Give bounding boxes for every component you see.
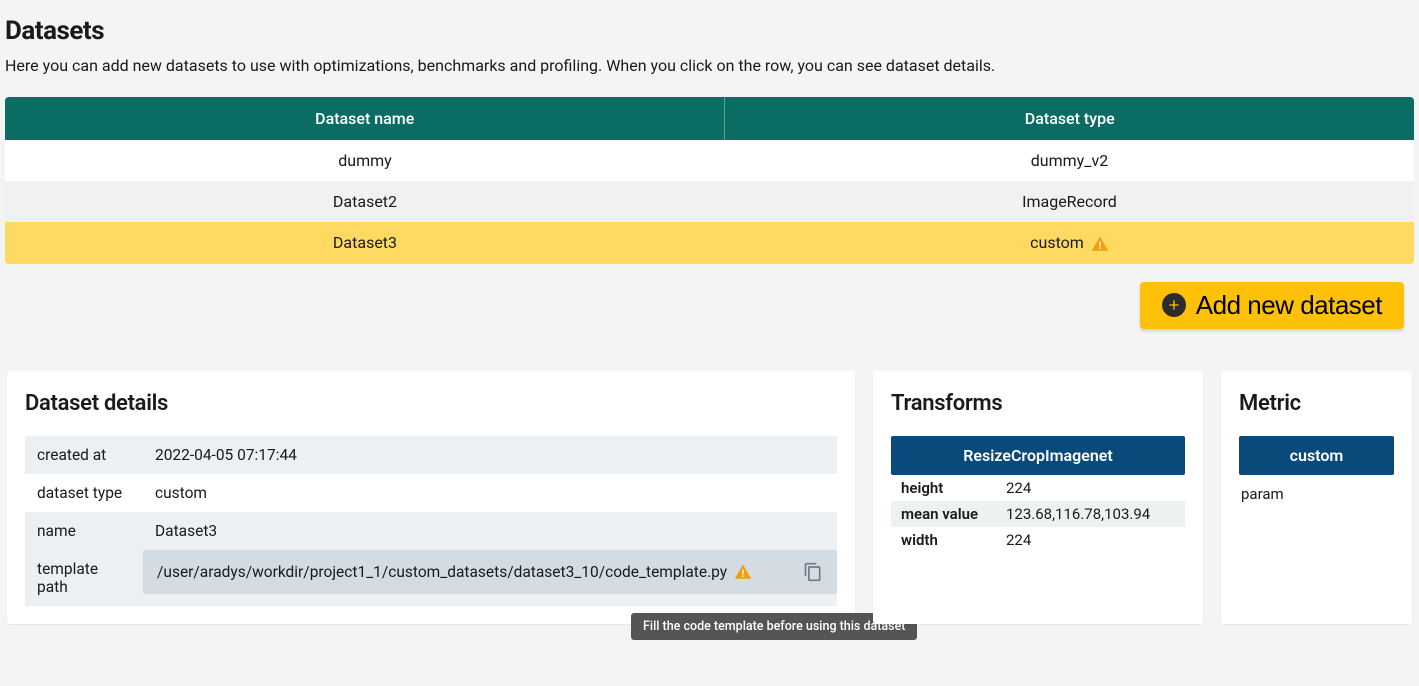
add-new-dataset-button[interactable]: Add new dataset: [1140, 282, 1404, 329]
table-row[interactable]: Dataset3custom: [5, 222, 1414, 264]
transform-param-row: mean value123.68,116.78,103.94: [891, 501, 1185, 527]
metric-name: custom: [1239, 436, 1394, 475]
col-dataset-type: Dataset type: [725, 97, 1414, 140]
details-key: created at: [25, 436, 143, 474]
cell-dataset-name: Dataset3: [5, 222, 725, 264]
copy-icon[interactable]: [803, 562, 823, 582]
details-row: nameDataset3: [25, 512, 837, 550]
transform-param-value: 123.68,116.78,103.94: [996, 501, 1185, 527]
cell-dataset-type: dummy_v2: [725, 140, 1414, 181]
datasets-table: Dataset name Dataset type dummydummy_v2D…: [5, 97, 1414, 264]
metric-param-label: param: [1239, 475, 1394, 503]
details-key: name: [25, 512, 143, 550]
transforms-title: Transforms: [891, 391, 1185, 416]
cell-dataset-name: Dataset2: [5, 181, 725, 222]
metric-title: Metric: [1239, 391, 1394, 416]
details-value: custom: [143, 474, 837, 512]
warning-icon: [1091, 235, 1109, 253]
col-dataset-name: Dataset name: [5, 97, 725, 140]
table-row[interactable]: dummydummy_v2: [5, 140, 1414, 181]
cell-dataset-type: custom: [725, 222, 1414, 264]
transform-param-key: width: [891, 527, 996, 553]
add-button-label: Add new dataset: [1196, 290, 1382, 321]
template-path-label: template path: [25, 550, 143, 606]
cell-dataset-name: dummy: [5, 140, 725, 181]
template-path-cell: /user/aradys/workdir/project1_1/custom_d…: [143, 550, 837, 594]
details-value: Dataset3: [143, 512, 837, 550]
page-description: Here you can add new datasets to use wit…: [5, 56, 1414, 75]
details-row: created at2022-04-05 07:17:44: [25, 436, 837, 474]
cell-dataset-type: ImageRecord: [725, 181, 1414, 222]
transform-param-key: mean value: [891, 501, 996, 527]
transform-param-row: height224: [891, 475, 1185, 501]
transform-param-key: height: [891, 475, 996, 501]
details-title: Dataset details: [25, 391, 837, 416]
transform-param-row: width224: [891, 527, 1185, 553]
metric-panel: Metric custom param: [1221, 371, 1412, 624]
transform-param-value: 224: [996, 527, 1185, 553]
details-key: dataset type: [25, 474, 143, 512]
page-title: Datasets: [5, 16, 1414, 46]
template-path-value: /user/aradys/workdir/project1_1/custom_d…: [157, 563, 727, 581]
plus-circle-icon: [1162, 293, 1186, 317]
transform-name: ResizeCropImagenet: [891, 436, 1185, 475]
warning-icon: [734, 563, 752, 581]
transform-param-value: 224: [996, 475, 1185, 501]
dataset-details-panel: Dataset details created at2022-04-05 07:…: [7, 371, 855, 624]
transforms-panel: Transforms ResizeCropImagenet height224m…: [873, 371, 1203, 624]
details-row: dataset typecustom: [25, 474, 837, 512]
table-row[interactable]: Dataset2ImageRecord: [5, 181, 1414, 222]
details-value: 2022-04-05 07:17:44: [143, 436, 837, 474]
